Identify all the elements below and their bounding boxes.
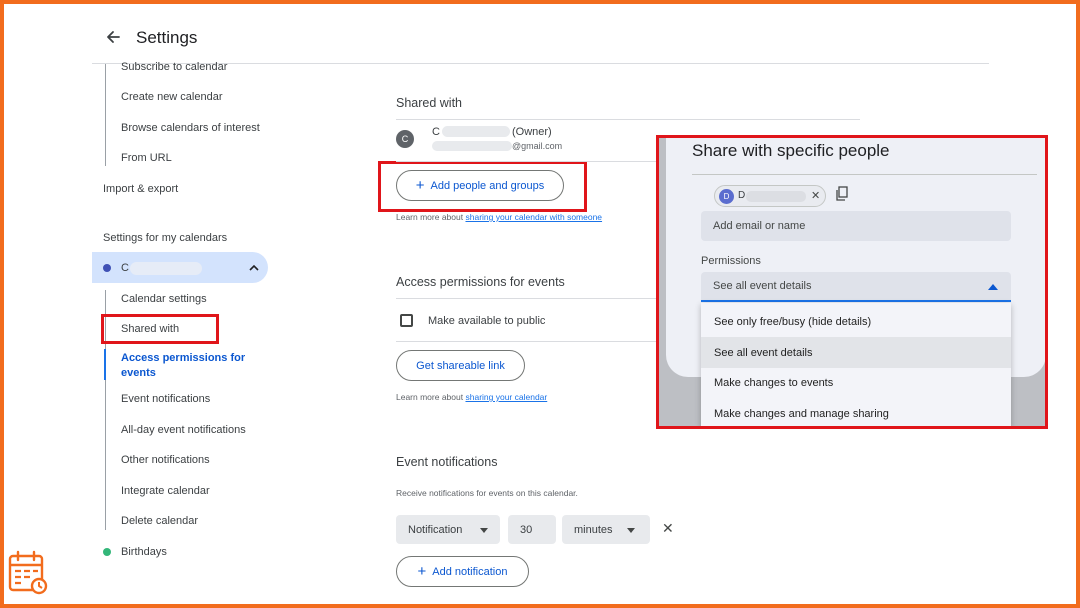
back-arrow-icon[interactable] <box>104 28 122 46</box>
highlight-shared-with <box>101 314 219 344</box>
public-divider <box>396 341 658 342</box>
calendar-name: C <box>121 262 129 274</box>
redacted-calendar-name <box>130 262 202 275</box>
calendar-logo-icon <box>8 550 48 595</box>
add-people-button[interactable]: + Add people and groups <box>396 170 564 201</box>
access-permissions-title: Access permissions for events <box>396 275 565 289</box>
chevron-up-icon[interactable] <box>248 263 260 273</box>
make-public-checkbox[interactable] <box>400 314 413 327</box>
access-divider <box>396 298 658 299</box>
make-public-label: Make available to public <box>428 315 546 327</box>
sidebar-item-calendar-settings[interactable]: Calendar settings <box>121 293 207 305</box>
sidebar-item-event-notifications[interactable]: Event notifications <box>121 393 210 405</box>
notification-unit-value: minutes <box>574 523 613 536</box>
get-shareable-link-button[interactable]: Get shareable link <box>396 350 525 381</box>
active-indicator <box>104 349 106 380</box>
notification-amount-value: 30 <box>520 523 533 536</box>
shared-with-title: Shared with <box>396 96 463 110</box>
owner-label: (Owner) <box>512 126 552 138</box>
add-people-label: Add people and groups <box>430 179 545 192</box>
sidebar-item-other-notifications[interactable]: Other notifications <box>121 454 210 466</box>
plus-icon: + <box>415 177 425 194</box>
owner-avatar: C <box>396 130 414 148</box>
sidebar-item-allday-notifications[interactable]: All-day event notifications <box>121 424 246 436</box>
tree-line-add-calendar <box>105 64 106 166</box>
sidebar-item-import-export[interactable]: Import & export <box>103 183 178 195</box>
notification-unit-select[interactable]: minutes <box>562 515 650 544</box>
plus-icon-2: + <box>417 563 427 580</box>
add-notification-label: Add notification <box>432 565 508 578</box>
sidebar-item-integrate-calendar[interactable]: Integrate calendar <box>121 485 210 497</box>
sidebar-item-browse-calendars[interactable]: Browse calendars of interest <box>121 122 260 134</box>
highlight-share-dialog <box>656 135 1048 429</box>
calendar-color-dot <box>103 264 111 272</box>
learn-more-calendar: Learn more about sharing your calendar <box>396 392 547 402</box>
my-calendars-heading: Settings for my calendars <box>103 232 228 244</box>
sidebar-item-subscribe[interactable]: Subscribe to calendar <box>121 61 227 73</box>
remove-notification-icon[interactable]: ✕ <box>662 520 674 537</box>
sharing-calendar-link[interactable]: sharing your calendar <box>465 392 547 402</box>
event-notifications-title: Event notifications <box>396 455 498 469</box>
notification-type-value: Notification <box>408 523 463 536</box>
owner-email: @gmail.com <box>512 141 563 151</box>
sidebar-item-from-url[interactable]: From URL <box>121 152 172 164</box>
sidebar-item-access-permissions[interactable]: Access permissions for events <box>121 351 246 381</box>
owner-name: C <box>432 126 440 138</box>
learn-more-prefix-2: Learn more about <box>396 392 464 402</box>
learn-more-prefix: Learn more about <box>396 212 464 222</box>
sharing-link[interactable]: sharing your calendar with someone <box>465 212 602 222</box>
owner-divider <box>396 161 658 162</box>
redacted-owner-email <box>432 141 512 151</box>
notification-type-caret-icon <box>480 528 488 533</box>
add-notification-button[interactable]: + Add notification <box>396 556 529 587</box>
notification-amount-input[interactable]: 30 <box>508 515 556 544</box>
sidebar-item-birthdays[interactable]: Birthdays <box>121 546 167 558</box>
shared-with-divider <box>396 119 860 120</box>
notification-unit-caret-icon <box>627 528 635 533</box>
page-title: Settings <box>136 28 198 47</box>
sidebar-item-create-calendar[interactable]: Create new calendar <box>121 91 223 103</box>
sidebar-item-delete-calendar[interactable]: Delete calendar <box>121 515 198 527</box>
learn-more-sharing: Learn more about sharing your calendar w… <box>396 212 602 222</box>
notifications-description: Receive notifications for events on this… <box>396 488 578 498</box>
birthdays-color-dot <box>103 548 111 556</box>
redacted-owner-name <box>442 126 510 137</box>
